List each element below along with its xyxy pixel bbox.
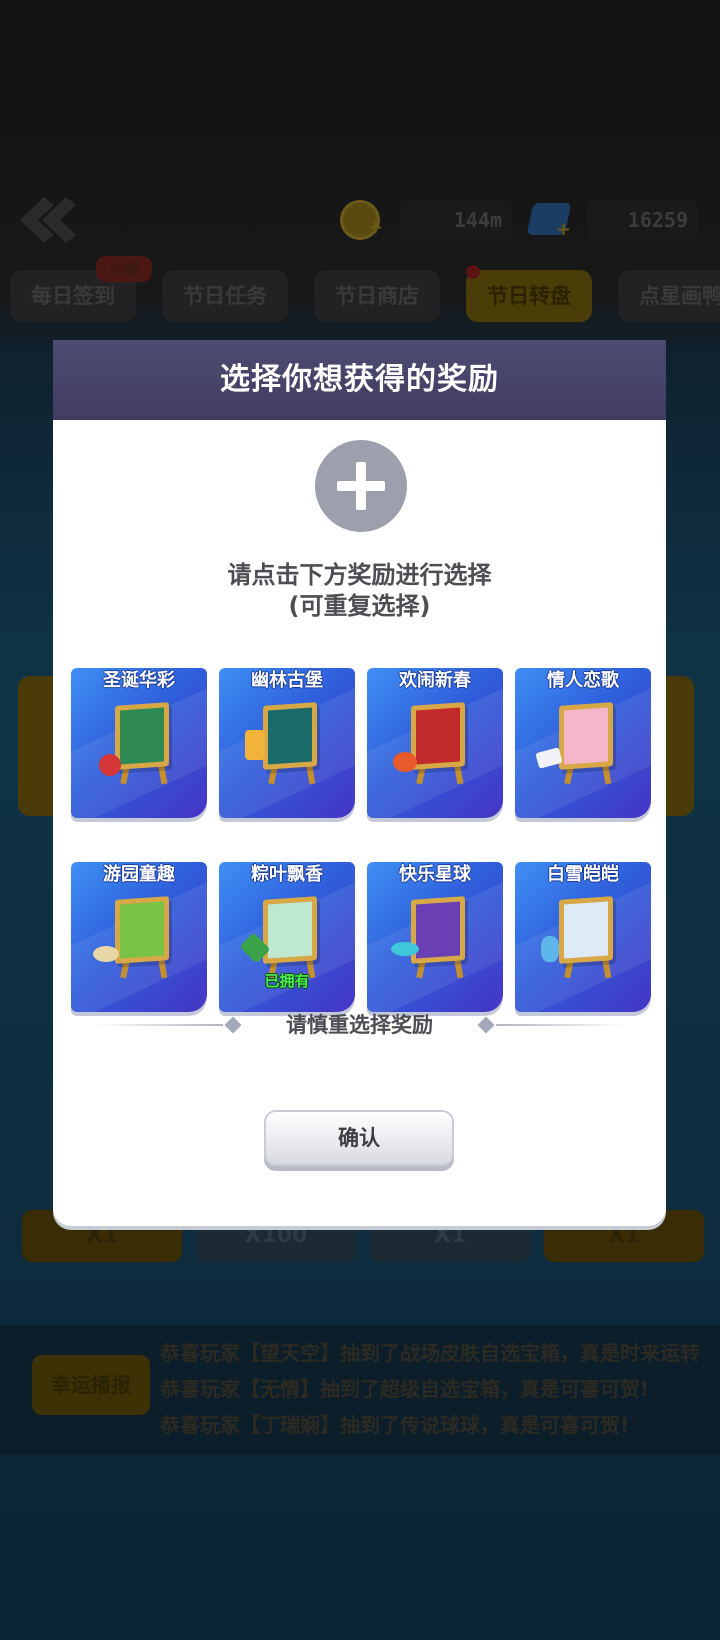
reward-name: 粽叶飘香	[251, 864, 323, 885]
reward-name: 圣诞华彩	[103, 670, 175, 691]
confirm-button[interactable]: 确认	[264, 1110, 454, 1166]
reward-select-dialog: 选择你想获得的奖励 请点击下方奖励进行选择 (可重复选择) 圣诞华彩 幽林古堡 …	[53, 340, 666, 1226]
hot-badge: 火爆	[96, 256, 152, 282]
painting-frame-icon	[559, 702, 613, 770]
painting-frame-icon	[115, 702, 169, 770]
painting-frame-icon	[411, 896, 465, 964]
reward-option-happy-planet[interactable]: 快乐星球	[367, 862, 503, 1012]
ufo-icon	[391, 942, 419, 956]
gem-balance: 16259	[586, 200, 698, 240]
tab-festival-wheel[interactable]: 节日转盘	[466, 270, 592, 322]
ice-crystal-icon	[541, 936, 559, 962]
reward-option-spring-festival[interactable]: 欢闹新春	[367, 668, 503, 818]
broadcast-lines: 恭喜玩家【望天空】抽到了战场皮肤自选宝箱，真是时来运转 恭喜玩家【无情】抽到了超…	[160, 1335, 720, 1443]
tab-festival-shop[interactable]: 节日商店	[314, 270, 440, 322]
selection-hint: 请点击下方奖励进行选择 (可重复选择)	[53, 560, 666, 622]
dialog-title: 选择你想获得的奖励	[53, 340, 666, 420]
lucky-broadcast-label: 幸运播报	[32, 1355, 150, 1415]
hint-line: (可重复选择)	[288, 592, 431, 620]
reward-option-valentine[interactable]: 情人恋歌	[515, 668, 651, 818]
back-arrow-icon[interactable]	[14, 195, 80, 245]
reward-option-zongzi[interactable]: 粽叶飘香 已拥有	[219, 862, 355, 1012]
snail-icon	[93, 946, 119, 962]
coin-balance: 144m	[400, 200, 512, 240]
reward-option-christmas[interactable]: 圣诞华彩	[71, 668, 207, 818]
add-reward-icon[interactable]	[315, 440, 407, 532]
caution-divider: 请慎重选择奖励	[93, 1010, 626, 1040]
tab-festival-tasks[interactable]: 节日任务	[162, 270, 288, 322]
reward-name: 幽林古堡	[251, 670, 323, 691]
painting-frame-icon	[411, 702, 465, 770]
reward-option-snow[interactable]: 白雪皑皑	[515, 862, 651, 1012]
tab-star-painting[interactable]: 点星画鸭	[618, 270, 720, 322]
hint-line: 请点击下方奖励进行选择	[227, 561, 492, 589]
reward-name: 游园童趣	[103, 864, 175, 885]
painting-frame-icon	[559, 896, 613, 964]
gift-icon	[99, 754, 121, 776]
lucky-broadcast: 幸运播报 恭喜玩家【望天空】抽到了战场皮肤自选宝箱，真是时来运转 恭喜玩家【无情…	[0, 1325, 720, 1455]
broadcast-line: 恭喜玩家【丁瑞娴】抽到了传说球球，真是可喜可贺!	[160, 1413, 630, 1437]
reward-name: 情人恋歌	[547, 670, 619, 691]
add-coin-icon[interactable]: +	[368, 219, 384, 237]
reward-name: 快乐星球	[399, 864, 471, 885]
add-gem-icon[interactable]: +	[556, 221, 572, 239]
painting-frame-icon	[115, 896, 169, 964]
reward-name: 欢闹新春	[399, 670, 471, 691]
reward-option-park-fun[interactable]: 游园童趣	[71, 862, 207, 1012]
notification-dot	[466, 265, 480, 279]
painting-frame-icon	[263, 896, 317, 964]
broadcast-line: 恭喜玩家【无情】抽到了超级自选宝箱，真是可喜可贺!	[160, 1377, 650, 1401]
reward-name: 白雪皑皑	[547, 864, 619, 885]
firecracker-icon	[393, 752, 417, 772]
broadcast-line: 恭喜玩家【望天空】抽到了战场皮肤自选宝箱，真是时来运转	[160, 1341, 700, 1365]
painting-frame-icon	[263, 702, 317, 770]
lantern-icon	[245, 730, 265, 760]
owned-badge: 已拥有	[264, 972, 310, 990]
reward-option-forest-castle[interactable]: 幽林古堡	[219, 668, 355, 818]
